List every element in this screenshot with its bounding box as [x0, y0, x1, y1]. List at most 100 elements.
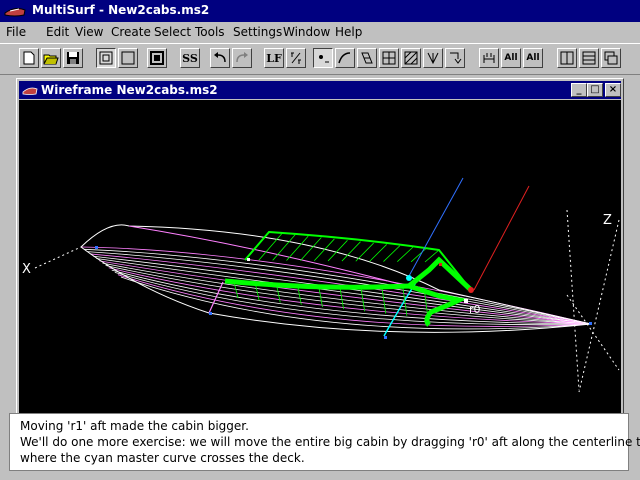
hull-station-line	[96, 258, 592, 325]
red-axis-line	[473, 185, 530, 291]
grid-tool-button[interactable]	[379, 48, 399, 68]
fraction-icon	[291, 52, 301, 64]
menu-file[interactable]: File	[6, 25, 26, 39]
tutorial-message-panel: Moving 'r1' aft made the cabin bigger. W…	[9, 413, 640, 471]
cyan-control-point	[406, 275, 412, 281]
message-line-2: We'll do one more exercise: we will move…	[20, 435, 640, 449]
curve-icon	[338, 52, 351, 64]
hull-station-line	[108, 267, 592, 325]
cabin-wireframe	[224, 230, 473, 327]
app-title: MultiSurf - New2cabs.ms2	[32, 3, 210, 17]
corner-icon	[450, 52, 462, 64]
cabin-roof-line	[383, 245, 401, 262]
red-control-point	[468, 287, 474, 293]
point-tool-button[interactable]	[313, 48, 333, 68]
r0-point-label: r0	[469, 303, 481, 316]
minimize-icon: _	[576, 84, 582, 95]
all-select-button[interactable]: All	[523, 48, 543, 68]
cabin-roof-line	[286, 235, 309, 261]
tile-vertical-icon	[560, 51, 574, 65]
view-frame-button[interactable]	[96, 48, 116, 68]
surface-tool-button[interactable]	[357, 48, 377, 68]
z-axis-label: Z	[603, 213, 612, 228]
maximize-icon: □	[590, 84, 600, 95]
cabin-roof-line	[272, 234, 296, 261]
tile-horizontal-button[interactable]	[579, 48, 599, 68]
cabin-control-point	[247, 258, 250, 261]
x-axis-dotted	[34, 246, 82, 269]
keel-control-point	[209, 312, 212, 315]
fraction-button[interactable]	[286, 48, 306, 68]
hull-sheer-line	[80, 224, 592, 325]
menu-view[interactable]: View	[75, 25, 103, 39]
redo-arrow-icon	[236, 52, 248, 63]
menu-create[interactable]: Create	[111, 25, 151, 39]
vertical-dotted	[566, 209, 580, 391]
stern-control-point	[95, 246, 98, 249]
menu-window[interactable]: Window	[283, 25, 330, 39]
close-icon: ×	[608, 84, 618, 95]
redo-button[interactable]	[232, 48, 252, 68]
menu-bar: File Edit View Create Select Tools Setti…	[0, 22, 640, 42]
view-single-button[interactable]	[118, 48, 138, 68]
curve-tool-button[interactable]	[335, 48, 355, 68]
lf-button[interactable]: LF	[264, 48, 284, 68]
ss-button[interactable]: SS	[180, 48, 200, 68]
single-view-icon	[121, 51, 135, 65]
open-folder-icon	[43, 54, 59, 64]
open-file-button[interactable]	[41, 48, 61, 68]
menu-tools[interactable]: Tools	[195, 25, 225, 39]
dimension-tool-button[interactable]	[479, 48, 499, 68]
cabin-roof-line	[397, 246, 414, 262]
master-control-point	[384, 336, 387, 339]
r0-control-point	[464, 299, 468, 303]
cabin-roof-line	[369, 244, 387, 262]
cabin-roof-line	[355, 242, 374, 262]
point-icon	[319, 55, 329, 63]
all-show-button[interactable]: All	[501, 48, 521, 68]
deck-control-point	[439, 263, 442, 266]
app-title-bar[interactable]: MultiSurf - New2cabs.ms2	[0, 0, 640, 22]
menu-help[interactable]: Help	[335, 25, 362, 39]
tile-vertical-button[interactable]	[557, 48, 577, 68]
menu-edit[interactable]: Edit	[46, 25, 69, 39]
hatched-square-icon	[404, 51, 418, 65]
slash-grid-button[interactable]	[401, 48, 421, 68]
menu-select[interactable]: Select	[154, 25, 191, 39]
wireframe-scene[interactable]: X Z r0	[19, 100, 621, 416]
new-file-button[interactable]	[19, 48, 39, 68]
message-line-3: where the cyan master curve crosses the …	[20, 451, 305, 465]
z-dotted-2	[578, 219, 620, 393]
border-view-icon	[150, 51, 164, 65]
arrow-down-tool-button[interactable]	[423, 48, 443, 68]
cabin-roof-line	[410, 248, 427, 263]
tile-horizontal-icon	[582, 51, 596, 65]
grid-icon	[382, 51, 396, 65]
wireframe-title-bar[interactable]: Wireframe New2cabs.ms2 _ □ ×	[19, 81, 621, 99]
message-line-1: Moving 'r1' aft made the cabin bigger.	[20, 419, 249, 433]
multisurf-app-icon[interactable]	[4, 4, 26, 18]
close-button[interactable]: ×	[605, 83, 621, 97]
cascade-windows-icon	[604, 51, 618, 65]
wireframe-window: Wireframe New2cabs.ms2 _ □ × X Z r0	[16, 78, 624, 418]
save-file-button[interactable]	[63, 48, 83, 68]
surface-icon	[361, 52, 373, 64]
menu-settings[interactable]: Settings	[233, 25, 282, 39]
down-arrow-icon	[427, 52, 439, 65]
wireframe-viewport[interactable]: X Z r0	[19, 100, 621, 416]
dimension-icon	[483, 53, 495, 63]
bow-control-point	[589, 322, 592, 325]
corner-tool-button[interactable]	[445, 48, 465, 68]
undo-arrow-icon	[214, 52, 226, 63]
minimize-button[interactable]: _	[571, 83, 587, 97]
maximize-button[interactable]: □	[587, 83, 603, 97]
frame-view-icon	[99, 51, 113, 65]
hull-station-line	[93, 255, 592, 325]
toolbar: SS LF All All	[0, 43, 640, 75]
undo-button[interactable]	[210, 48, 230, 68]
wireframe-window-icon[interactable]	[22, 83, 38, 97]
wireframe-title: Wireframe New2cabs.ms2	[41, 83, 218, 97]
view-border-button[interactable]	[147, 48, 167, 68]
cascade-button[interactable]	[601, 48, 621, 68]
new-file-icon	[23, 51, 35, 65]
